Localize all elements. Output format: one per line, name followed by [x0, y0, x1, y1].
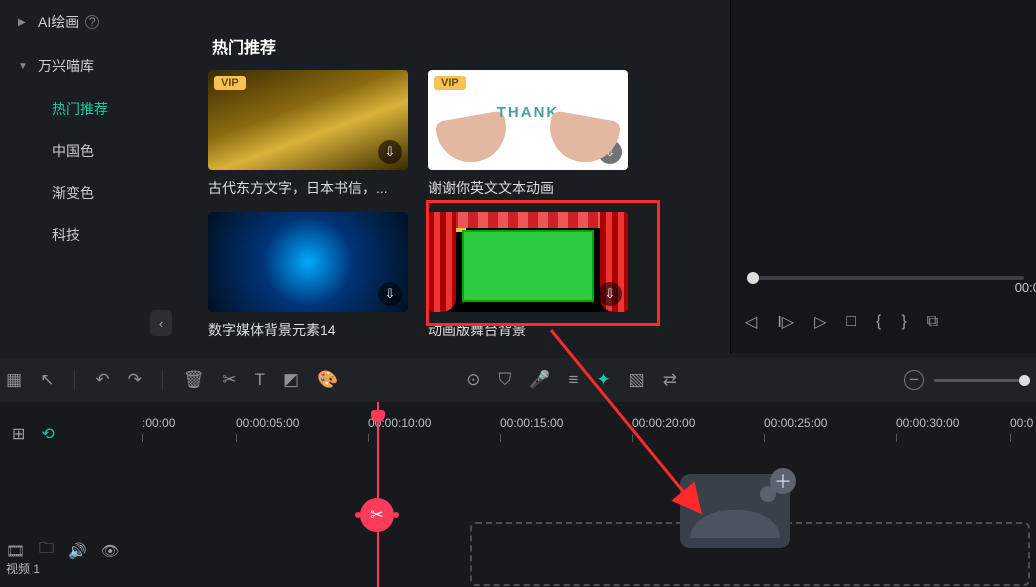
card-caption: 谢谢你英文文本动画	[428, 178, 628, 198]
download-icon[interactable]: ⇩	[598, 140, 622, 164]
folder-icon[interactable]: 🗀	[39, 538, 54, 563]
link-button[interactable]: ⟲	[41, 424, 54, 444]
properties-button[interactable]: ≡	[568, 370, 578, 390]
slider-thumb[interactable]	[747, 272, 759, 284]
collapse-sidebar-button[interactable]: ‹	[150, 310, 172, 336]
greenscreen	[462, 230, 594, 302]
timeline-toolbar: ▦ ↖ ↶ ↷ 🗑 ✂ T ◩ 🎨 ⊙ ⛉ 🎤 ≡ ✦ ▧ ⇄ −	[0, 358, 1036, 402]
time-ruler[interactable]: :00:00 00:00:05:00 00:00:10:00 00:00:15:…	[130, 416, 1036, 446]
ai-button[interactable]: ✦	[596, 370, 610, 390]
preview-time: 00:0	[1015, 280, 1036, 295]
help-icon[interactable]: ?	[85, 15, 99, 29]
effect-button[interactable]: ⊙	[466, 370, 480, 390]
download-icon[interactable]: ⇩	[598, 282, 622, 306]
crop-button[interactable]: ◩	[283, 370, 299, 390]
preview-slider[interactable]	[747, 276, 1024, 280]
sidebar-sub-hot[interactable]: 热门推荐	[0, 88, 186, 130]
thumbnail[interactable]: ⇩	[208, 212, 408, 312]
mute-icon[interactable]: 🔊	[68, 542, 87, 560]
sidebar-sub-grad[interactable]: 渐变色	[0, 172, 186, 214]
undo-button[interactable]: ↶	[95, 370, 109, 390]
color-button[interactable]: 🎨	[317, 370, 338, 390]
cursor-tool-button[interactable]: ↖	[40, 370, 54, 390]
thumbnail[interactable]: VIP ⇩	[208, 70, 408, 170]
timeline-left-buttons: ⊞ ⟲	[12, 424, 55, 444]
cut-button[interactable]: ✂	[360, 498, 394, 532]
sidebar-sub-label: 渐变色	[52, 183, 94, 203]
ruler-tick: 00:0	[1010, 416, 1033, 430]
gallery-panel: 热门推荐 VIP ⇩ 古代东方文字，日本书信，... VIP THANK ⇩ 谢…	[198, 0, 730, 353]
thumbnail[interactable]: VIP ⇩	[428, 212, 628, 312]
text-tool-button[interactable]: T	[255, 370, 265, 390]
add-media-button[interactable]: ＋	[770, 468, 796, 494]
voiceover-button[interactable]: 🎤	[529, 370, 550, 390]
ruler-tick: 00:00:25:00	[764, 416, 827, 430]
sidebar-item-label: AI绘画	[38, 12, 79, 32]
sidebar-item-ai-paint[interactable]: ▶ AI绘画 ?	[0, 0, 186, 44]
sidebar: ▶ AI绘画 ? ▼ 万兴喵库 热门推荐 中国色 渐变色 科技 ‹	[0, 0, 186, 353]
ruler-tick: 00:00:15:00	[500, 416, 563, 430]
media-placeholder[interactable]: ＋	[680, 474, 790, 548]
swap-button[interactable]: ⇄	[663, 370, 677, 390]
separator	[74, 369, 75, 391]
download-icon[interactable]: ⇩	[378, 140, 402, 164]
screen-button[interactable]: ▧	[629, 370, 645, 390]
playhead[interactable]	[377, 402, 379, 587]
film-icon[interactable]: 🎞	[6, 542, 25, 560]
thumb-text: THANK	[428, 104, 628, 121]
decor	[690, 510, 780, 538]
stop-button[interactable]: □	[846, 313, 856, 331]
gallery-card[interactable]: VIP THANK ⇩ 谢谢你英文文本动画	[428, 70, 628, 212]
track-label: 视频 1	[6, 560, 40, 577]
shield-button[interactable]: ⛉	[499, 370, 512, 390]
card-caption: 数字媒体背景元素14	[208, 320, 408, 340]
grid-icon[interactable]: ▦	[6, 370, 22, 390]
chevron-right-icon: ▶	[18, 17, 28, 28]
ruler-tick: 00:00:05:00	[236, 416, 299, 430]
sidebar-sub-label: 热门推荐	[52, 99, 108, 119]
sidebar-sub-label: 中国色	[52, 141, 94, 161]
sidebar-sub-tech[interactable]: 科技	[0, 214, 186, 256]
delete-button[interactable]: 🗑	[183, 370, 205, 390]
ruler-tick: 00:00:30:00	[896, 416, 959, 430]
download-icon[interactable]: ⇩	[378, 282, 402, 306]
decor	[428, 212, 456, 312]
card-caption: 动画版舞台背景	[428, 320, 628, 340]
separator	[162, 369, 163, 391]
mark-in-button[interactable]: {	[876, 313, 881, 331]
decor	[428, 212, 628, 228]
chevron-down-icon: ▼	[18, 61, 28, 72]
split-button[interactable]: ✂	[222, 370, 236, 390]
media-button[interactable]: ⊞	[12, 424, 25, 444]
frame-view-button[interactable]: ⧉	[927, 313, 938, 331]
card-caption: 古代东方文字，日本书信，...	[208, 178, 408, 198]
next-frame-button[interactable]: I▷	[777, 312, 794, 332]
zoom-control: −	[904, 370, 1030, 390]
play-button[interactable]: ▷	[814, 312, 826, 332]
mark-out-button[interactable]: }	[901, 313, 906, 331]
sidebar-item-label: 万兴喵库	[38, 56, 94, 76]
preview-panel: 00:0 ◁ I▷ ▷ □ { } ⧉	[730, 0, 1036, 353]
sidebar-sub-china[interactable]: 中国色	[0, 130, 186, 172]
zoom-slider[interactable]	[934, 379, 1030, 382]
ruler-tick: 00:00:20:00	[632, 416, 695, 430]
gallery-card[interactable]: VIP ⇩ 动画版舞台背景	[428, 212, 628, 353]
visibility-icon[interactable]: 👁	[101, 542, 120, 560]
gallery-title: 热门推荐	[212, 34, 720, 58]
zoom-out-button[interactable]: −	[904, 370, 924, 390]
gallery-card[interactable]: ⇩ 数字媒体背景元素14	[208, 212, 408, 353]
vip-badge: VIP	[434, 76, 466, 90]
ruler-tick: :00:00	[142, 416, 175, 430]
prev-frame-button[interactable]: ◁	[745, 312, 757, 332]
thumbnail[interactable]: VIP THANK ⇩	[428, 70, 628, 170]
preview-controls: ◁ I▷ ▷ □ { } ⧉	[745, 312, 1026, 332]
sidebar-sub-label: 科技	[52, 225, 80, 245]
vip-badge: VIP	[214, 76, 246, 90]
timeline-panel: ⊞ ⟲ :00:00 00:00:05:00 00:00:10:00 00:00…	[0, 402, 1036, 587]
gallery-card[interactable]: VIP ⇩ 古代东方文字，日本书信，...	[208, 70, 408, 212]
redo-button[interactable]: ↷	[128, 370, 142, 390]
sidebar-item-library[interactable]: ▼ 万兴喵库	[0, 44, 186, 88]
